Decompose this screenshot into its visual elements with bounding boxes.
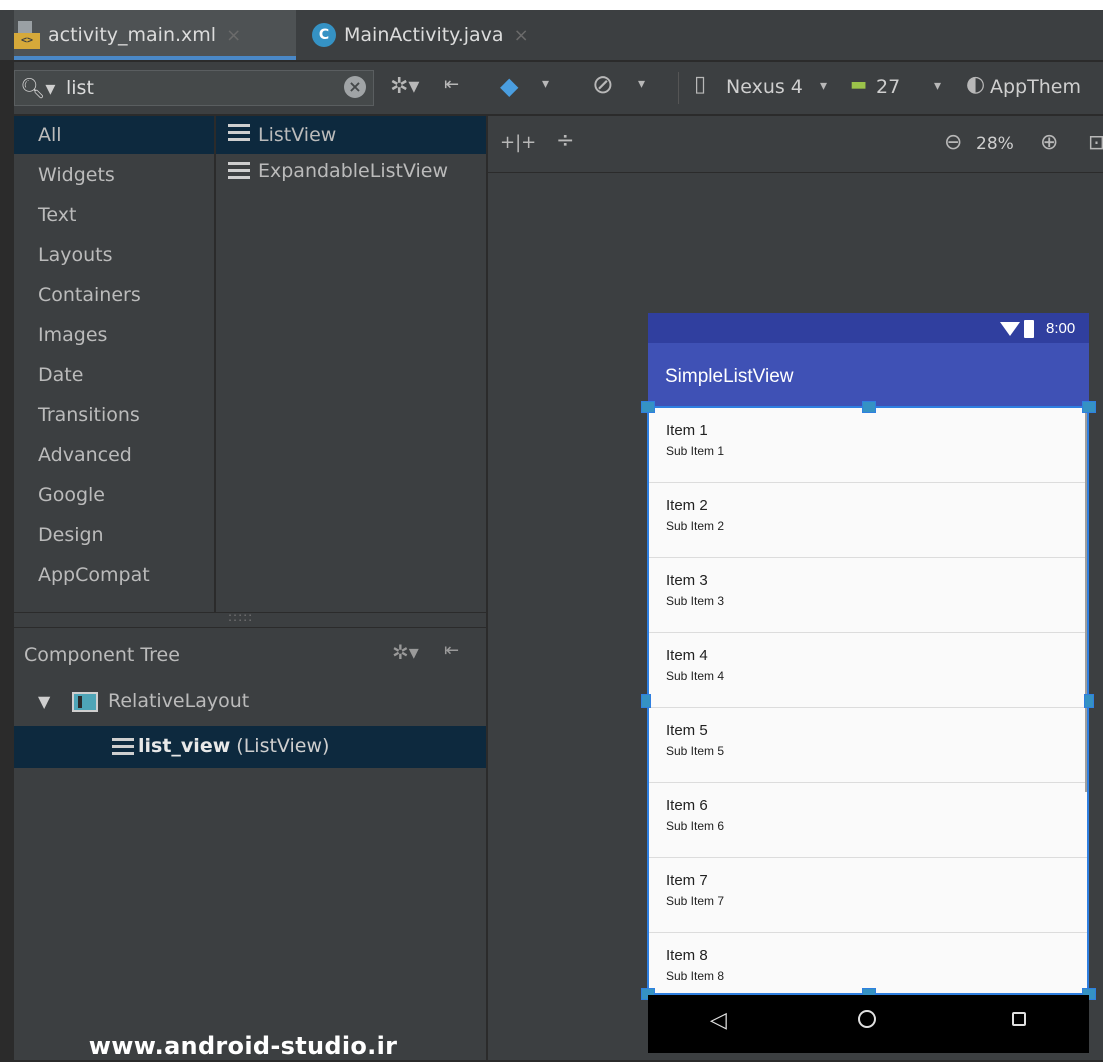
expandable-listview-icon: [228, 162, 250, 183]
resize-handle[interactable]: [641, 401, 655, 413]
window-left-edge: [0, 62, 14, 1062]
resize-handle[interactable]: [1082, 401, 1096, 413]
component-listview[interactable]: ListView: [258, 124, 336, 146]
device-selector[interactable]: Nexus 4: [726, 76, 803, 98]
hide-panel-icon[interactable]: ⇤: [444, 74, 459, 95]
selected-component-highlight: [216, 116, 486, 154]
tree-item-type: (ListView): [230, 735, 330, 757]
phone-icon[interactable]: ▯: [694, 72, 706, 97]
expand-horizontal-icon[interactable]: +|+: [500, 132, 536, 153]
xml-file-icon: <>: [14, 21, 40, 49]
app-title: SimpleListView: [665, 366, 794, 387]
resize-handle[interactable]: [1084, 694, 1094, 708]
listview-icon: [112, 738, 134, 759]
window-top-strip: [0, 0, 1103, 10]
toolbar-separator: [678, 72, 679, 104]
resize-handle[interactable]: [862, 401, 876, 413]
gear-icon[interactable]: ✲▾: [392, 640, 419, 664]
category-advanced[interactable]: Advanced: [38, 444, 132, 466]
orientation-icon[interactable]: ⊘: [592, 70, 614, 100]
editor-tab-bar: <> activity_main.xml × C MainActivity.ja…: [0, 10, 1103, 61]
category-widgets[interactable]: Widgets: [38, 164, 115, 186]
tree-item-list-view[interactable]: list_view (ListView): [138, 735, 329, 757]
close-icon[interactable]: ×: [514, 25, 529, 46]
hide-panel-icon[interactable]: ⇤: [444, 640, 459, 661]
tree-item-relativelayout[interactable]: RelativeLayout: [108, 690, 249, 712]
recent-apps-icon: [1012, 1012, 1026, 1026]
zoom-out-icon[interactable]: ⊖: [944, 130, 962, 155]
tab-activity-main-xml[interactable]: <> activity_main.xml ×: [14, 10, 296, 60]
tab-main-activity-java[interactable]: C MainActivity.java ×: [312, 10, 582, 60]
close-icon[interactable]: ×: [226, 25, 241, 46]
category-text[interactable]: Text: [38, 204, 76, 226]
chevron-down-icon[interactable]: ▾: [820, 78, 827, 94]
splitter-grip[interactable]: :::::: [228, 610, 253, 624]
theme-selector[interactable]: AppThem: [990, 76, 1103, 98]
expand-arrow-icon[interactable]: ▼: [38, 692, 50, 711]
chevron-down-icon[interactable]: ▾: [638, 76, 645, 92]
watermark-text: www.android-studio.ir: [88, 1032, 398, 1060]
search-icon[interactable]: 🔍︎▾: [20, 76, 55, 100]
zoom-in-icon[interactable]: ⊕: [1040, 130, 1058, 155]
palette-components: [216, 116, 486, 612]
chevron-down-icon[interactable]: ▾: [542, 76, 549, 92]
category-google[interactable]: Google: [38, 484, 105, 506]
home-icon: [858, 1010, 876, 1028]
status-time: 8:00: [1046, 320, 1076, 337]
chevron-down-icon[interactable]: ▾: [934, 78, 941, 94]
active-tab-indicator: [14, 56, 296, 60]
tab-label: MainActivity.java: [344, 24, 504, 46]
api-level-selector[interactable]: 27: [876, 76, 900, 98]
category-design[interactable]: Design: [38, 524, 104, 546]
status-bar: [648, 313, 1089, 343]
battery-icon: [1024, 320, 1034, 338]
category-appcompat[interactable]: AppCompat: [38, 564, 150, 586]
palette-search-input[interactable]: [66, 74, 336, 102]
expand-vertical-icon[interactable]: ÷: [556, 128, 574, 153]
component-expandable-listview[interactable]: ExpandableListView: [258, 160, 448, 182]
back-icon: ◁: [710, 1008, 727, 1033]
category-all[interactable]: All: [38, 124, 62, 146]
tab-label: activity_main.xml: [48, 24, 217, 46]
zoom-level: 28%: [976, 134, 1014, 154]
selection-outline: [647, 406, 1089, 995]
wifi-icon: [1000, 322, 1020, 336]
clear-search-icon[interactable]: ×: [344, 76, 366, 98]
listview-icon: [228, 124, 250, 145]
component-tree-title: Component Tree: [24, 644, 180, 666]
tree-item-id: list_view: [138, 735, 231, 757]
theme-icon[interactable]: ◐: [966, 72, 985, 97]
category-containers[interactable]: Containers: [38, 284, 141, 306]
category-images[interactable]: Images: [38, 324, 107, 346]
gear-icon[interactable]: ✲▾: [390, 74, 419, 99]
fit-screen-icon[interactable]: ⊡: [1088, 130, 1103, 154]
android-icon: ▬: [850, 74, 868, 95]
resize-handle[interactable]: [641, 694, 651, 708]
relativelayout-icon: [72, 692, 98, 712]
layers-icon[interactable]: ◆: [500, 72, 518, 100]
category-date[interactable]: Date: [38, 364, 83, 386]
java-class-icon: C: [312, 23, 336, 47]
category-transitions[interactable]: Transitions: [38, 404, 140, 426]
category-layouts[interactable]: Layouts: [38, 244, 113, 266]
